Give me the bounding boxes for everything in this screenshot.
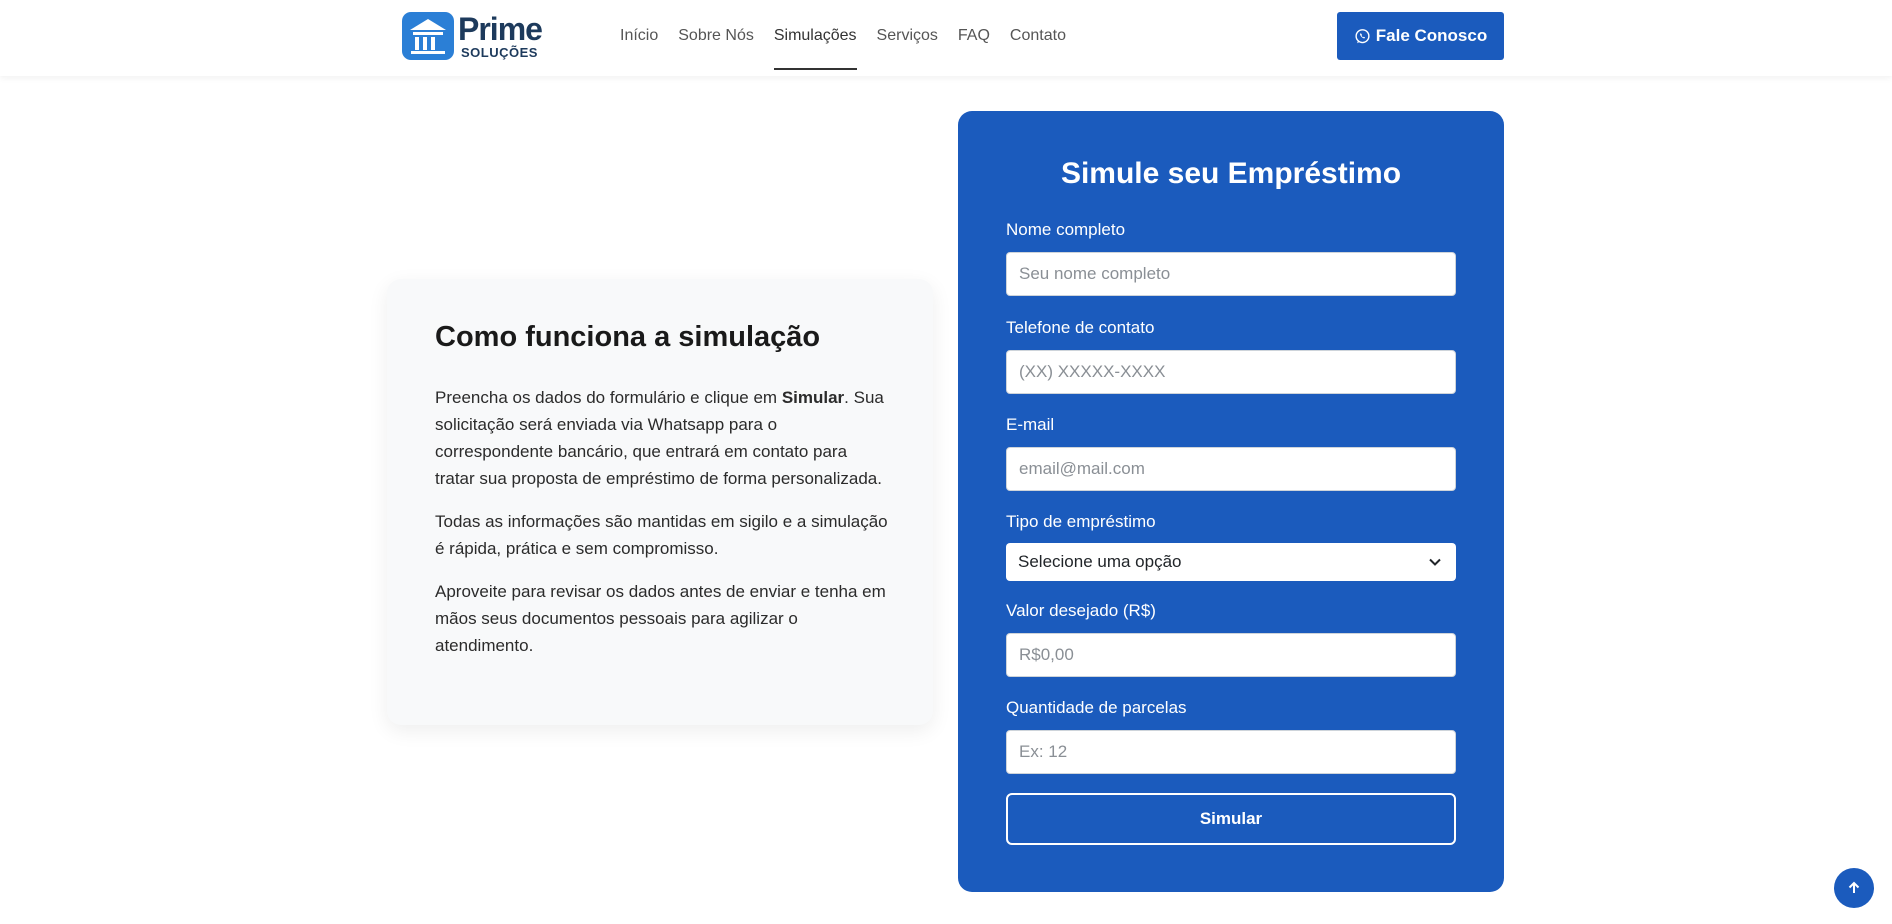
nav-item-contato[interactable]: Contato	[1010, 0, 1066, 72]
simulate-button[interactable]: Simular	[1006, 793, 1456, 845]
paragraph-1-start: Preencha os dados do formulário e clique…	[435, 388, 782, 407]
nav-item-faq[interactable]: FAQ	[958, 0, 990, 72]
brand-logo[interactable]: Prime SOLUÇÕES	[402, 11, 543, 60]
form-title: Simule seu Empréstimo	[1060, 157, 1402, 190]
email-input[interactable]	[1006, 447, 1456, 491]
phone-input[interactable]	[1006, 350, 1456, 394]
brand-subtitle: SOLUÇÕES	[461, 45, 538, 60]
installments-label: Quantidade de parcelas	[1006, 698, 1187, 717]
arrow-up-icon	[1848, 881, 1860, 893]
amount-input[interactable]	[1006, 633, 1456, 677]
nav-item-servicos[interactable]: Serviços	[877, 0, 938, 72]
site-header: Prime SOLUÇÕES Início Sobre Nós Simulaçõ…	[0, 0, 1892, 76]
loan-type-select[interactable]: Selecione uma opção	[1006, 543, 1456, 581]
contact-button[interactable]: Fale Conosco	[1337, 12, 1504, 60]
installments-input[interactable]	[1006, 730, 1456, 774]
chevron-down-icon	[1429, 558, 1441, 566]
brand-wordmark: Prime SOLUÇÕES	[458, 11, 543, 60]
main-nav: Início Sobre Nós Simulações Serviços FAQ…	[620, 0, 1086, 72]
how-it-works-paragraph-1: Preencha os dados do formulário e clique…	[435, 384, 890, 492]
back-to-top-button[interactable]	[1834, 868, 1874, 908]
whatsapp-icon	[1355, 28, 1370, 43]
brand-name: Prime	[458, 11, 543, 47]
name-input[interactable]	[1006, 252, 1456, 296]
email-label: E-mail	[1006, 415, 1055, 434]
nav-item-simulacoes[interactable]: Simulações	[773, 0, 857, 72]
how-it-works-paragraph-3: Aproveite para revisar os dados antes de…	[435, 582, 886, 655]
how-it-works-title: Como funciona a simulação	[435, 321, 821, 353]
amount-label: Valor desejado (R$)	[1006, 601, 1156, 620]
how-it-works-card: Como funciona a simulação Preencha os da…	[387, 279, 933, 725]
name-label: Nome completo	[1006, 220, 1126, 239]
bank-logo-icon	[402, 12, 454, 60]
nav-item-sobre-nos[interactable]: Sobre Nós	[678, 0, 754, 72]
phone-label: Telefone de contato	[1006, 318, 1155, 337]
simular-emphasis: Simular	[781, 388, 845, 407]
nav-item-inicio[interactable]: Início	[620, 0, 658, 72]
contact-button-label: Fale Conosco	[1375, 26, 1488, 45]
loan-simulation-form: Simule seu Empréstimo Nome completo Tele…	[958, 111, 1504, 892]
loan-type-label: Tipo de empréstimo	[1006, 512, 1156, 531]
how-it-works-paragraph-2: Todas as informações são mantidas em sig…	[435, 512, 888, 558]
loan-type-selected: Selecione uma opção	[1018, 552, 1182, 571]
